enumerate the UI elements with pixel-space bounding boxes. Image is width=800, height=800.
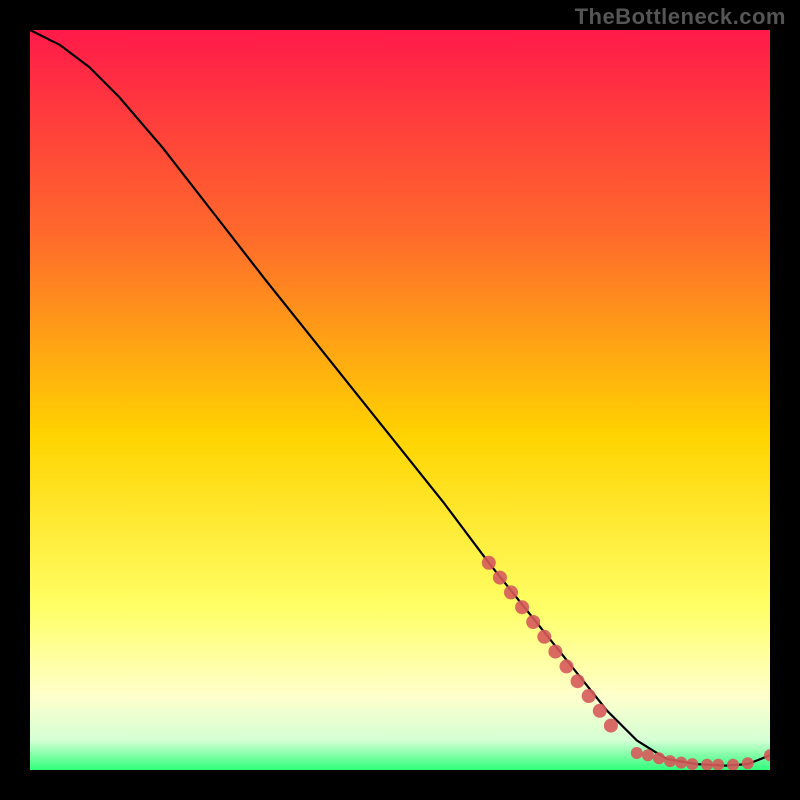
watermark-text: TheBottleneck.com [575, 4, 786, 30]
data-marker [504, 585, 518, 599]
data-marker [653, 752, 665, 764]
data-marker [675, 757, 687, 769]
data-marker [742, 757, 754, 769]
data-marker [642, 749, 654, 761]
data-marker [515, 600, 529, 614]
data-marker [548, 645, 562, 659]
data-marker [686, 758, 698, 770]
data-marker [582, 689, 596, 703]
data-marker [664, 755, 676, 767]
chart-svg [30, 30, 770, 770]
plot-area [30, 30, 770, 770]
data-marker [593, 704, 607, 718]
data-marker [571, 674, 585, 688]
data-marker [526, 615, 540, 629]
gradient-background [30, 30, 770, 770]
data-marker [631, 747, 643, 759]
data-marker [493, 571, 507, 585]
data-marker [604, 719, 618, 733]
data-marker [560, 659, 574, 673]
chart-frame: TheBottleneck.com [0, 0, 800, 800]
data-marker [482, 556, 496, 570]
data-marker [537, 630, 551, 644]
